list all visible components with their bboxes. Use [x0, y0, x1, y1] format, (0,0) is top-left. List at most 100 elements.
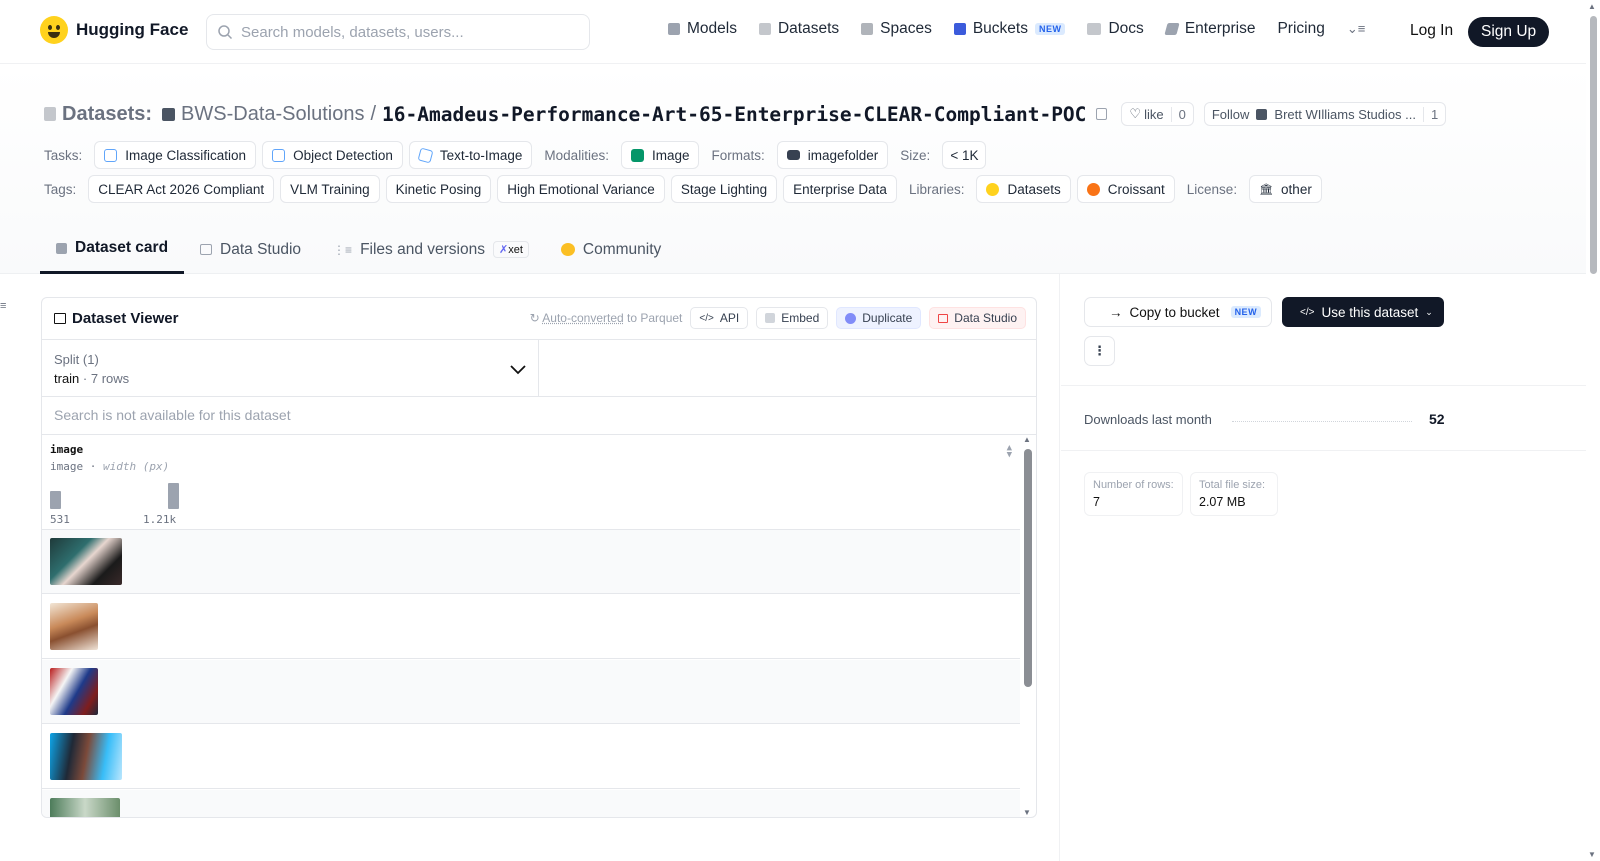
tab-community[interactable]: Community	[545, 225, 677, 274]
page-scroll-thumb[interactable]	[1590, 16, 1597, 274]
text-to-image-icon	[417, 147, 434, 163]
copy-icon[interactable]	[1096, 108, 1108, 120]
viewer-scrollbar[interactable]: ▲ ▼	[1020, 435, 1036, 817]
auto-converted-link[interactable]: Auto-converted	[542, 311, 623, 325]
tab-files[interactable]: ⋮≡ Files and versions ✗xet	[317, 225, 545, 274]
repo-name[interactable]: 16-Amadeus-Performance-Art-65-Enterprise…	[382, 103, 1086, 126]
image-classification-icon	[104, 148, 118, 162]
enterprise-icon	[1164, 23, 1180, 35]
new-badge: NEW	[1034, 23, 1066, 35]
table-row[interactable]	[42, 660, 1020, 724]
downloads-label: Downloads last month	[1084, 412, 1212, 427]
top-navbar: Hugging Face Models Datasets Spaces Buck…	[0, 0, 1586, 64]
search-input[interactable]	[241, 23, 561, 41]
nav-enterprise[interactable]: Enterprise	[1164, 20, 1255, 38]
tag-chip[interactable]: Stage Lighting	[670, 175, 778, 203]
library-tag[interactable]: Datasets	[976, 175, 1071, 203]
table-icon	[938, 313, 949, 323]
sidebar-toggle-icon[interactable]: ≡	[0, 300, 6, 312]
nav-spaces[interactable]: Spaces	[861, 20, 932, 38]
tag-chip[interactable]: Kinetic Posing	[385, 175, 492, 203]
chevron-down-icon	[510, 365, 526, 375]
split-selector[interactable]: Split (1) train · 7 rows	[42, 340, 539, 396]
nav-pricing[interactable]: Pricing	[1277, 20, 1324, 38]
metadata-row-tags: Tags: CLEAR Act 2026 Compliant VLM Train…	[44, 175, 1322, 203]
rows-value: 7	[1093, 495, 1100, 509]
table-row[interactable]	[42, 725, 1020, 789]
embed-icon	[765, 313, 776, 323]
dataset-viewer: Dataset Viewer ↻ Auto-converted to Parqu…	[41, 297, 1037, 818]
task-tag[interactable]: Image Classification	[94, 141, 257, 169]
format-tag[interactable]: imagefolder	[776, 141, 889, 169]
image-thumbnail[interactable]	[50, 798, 120, 817]
scroll-thumb[interactable]	[1024, 449, 1032, 687]
tag-chip[interactable]: High Emotional Variance	[497, 175, 665, 203]
follow-button[interactable]: Follow Brett WIlliams Studios ... 1	[1203, 102, 1447, 126]
tag-chip[interactable]: CLEAR Act 2026 Compliant	[88, 175, 275, 203]
org-link[interactable]: BWS-Data-Solutions	[181, 103, 364, 126]
cube-icon	[668, 23, 680, 35]
search-unavailable: Search is not available for this dataset	[42, 397, 1036, 435]
size-value: 2.07 MB	[1199, 495, 1246, 509]
use-this-dataset-button[interactable]: </> Use this dataset ⌄	[1282, 297, 1444, 327]
tab-data-studio[interactable]: Data Studio	[184, 225, 317, 274]
histogram-bar[interactable]	[168, 483, 179, 509]
scroll-down-icon[interactable]: ▼	[1023, 808, 1031, 817]
dataset-icon	[44, 107, 56, 121]
login-link[interactable]: Log In	[1410, 22, 1453, 40]
table-row[interactable]	[42, 530, 1020, 594]
table-row[interactable]	[42, 595, 1020, 659]
column-header-image: image image · width (px) ▲ ▼ 531 1.21k	[42, 435, 1020, 530]
auto-converted-note: ↻ Auto-converted to Parquet	[529, 311, 683, 325]
brand-logo[interactable]: Hugging Face	[40, 16, 188, 44]
embed-button[interactable]: Embed	[756, 307, 829, 329]
column-name: image	[50, 443, 84, 456]
more-options-button[interactable]: ⋮	[1084, 336, 1115, 366]
histogram-bar[interactable]	[50, 491, 61, 509]
tag-chip[interactable]: Enterprise Data	[783, 175, 897, 203]
copy-to-bucket-button[interactable]: → Copy to bucket NEW	[1084, 297, 1272, 327]
tag-chip[interactable]: VLM Training	[280, 175, 380, 203]
histogram-max-label: 1.21k	[143, 513, 177, 526]
like-count: 0	[1170, 106, 1193, 122]
hugging-face-icon	[986, 182, 1000, 196]
hugging-face-logo-icon	[40, 16, 68, 44]
modality-tag[interactable]: Image	[620, 141, 700, 169]
sort-icon[interactable]: ▲ ▼	[1007, 444, 1012, 460]
nav-buckets[interactable]: Buckets NEW	[953, 20, 1066, 38]
image-thumbnail[interactable]	[50, 603, 98, 650]
image-thumbnail[interactable]	[50, 733, 122, 780]
nav-more-menu[interactable]: ⌄≡	[1347, 21, 1365, 37]
task-tag[interactable]: Object Detection	[262, 141, 403, 169]
repo-title: Datasets: BWS-Data-Solutions / 16-Amadeu…	[44, 102, 1447, 126]
data-studio-button[interactable]: Data Studio	[929, 307, 1026, 329]
nav-models[interactable]: Models	[668, 20, 737, 38]
duplicate-button[interactable]: Duplicate	[836, 307, 922, 329]
signup-button[interactable]: Sign Up	[1468, 17, 1550, 47]
nav-datasets[interactable]: Datasets	[758, 20, 839, 38]
image-thumbnail[interactable]	[50, 668, 98, 715]
task-tag[interactable]: Text-to-Image	[408, 141, 533, 169]
like-button[interactable]: ♡ like 0	[1121, 102, 1194, 126]
table-row[interactable]	[42, 790, 1020, 817]
arrow-right-icon: →	[1109, 304, 1123, 320]
nav-docs[interactable]: Docs	[1087, 20, 1144, 38]
size-tag[interactable]: < 1K	[942, 141, 987, 169]
global-search[interactable]	[206, 14, 590, 50]
chevron-down-icon: ⌄	[1425, 306, 1433, 317]
scroll-up-icon[interactable]: ▲	[1588, 2, 1596, 11]
tab-dataset-card[interactable]: Dataset card	[40, 225, 185, 274]
scroll-down-icon[interactable]: ▼	[1588, 850, 1596, 859]
api-button[interactable]: </> API	[690, 307, 749, 329]
scroll-up-icon[interactable]: ▲	[1023, 435, 1031, 444]
menu-icon: ⌄≡	[1346, 21, 1366, 36]
library-tag[interactable]: Croissant	[1076, 175, 1175, 203]
refresh-icon: ↻	[529, 311, 540, 325]
search-icon	[218, 25, 233, 40]
table-icon	[54, 313, 66, 324]
repo-tabs: Dataset card Data Studio ⋮≡ Files and ver…	[40, 225, 677, 274]
license-tag[interactable]: 🏛 other	[1249, 175, 1322, 203]
image-thumbnail[interactable]	[50, 538, 122, 585]
page-scrollbar[interactable]: ▲ ▼	[1586, 0, 1600, 861]
image-modality-icon	[630, 148, 644, 162]
